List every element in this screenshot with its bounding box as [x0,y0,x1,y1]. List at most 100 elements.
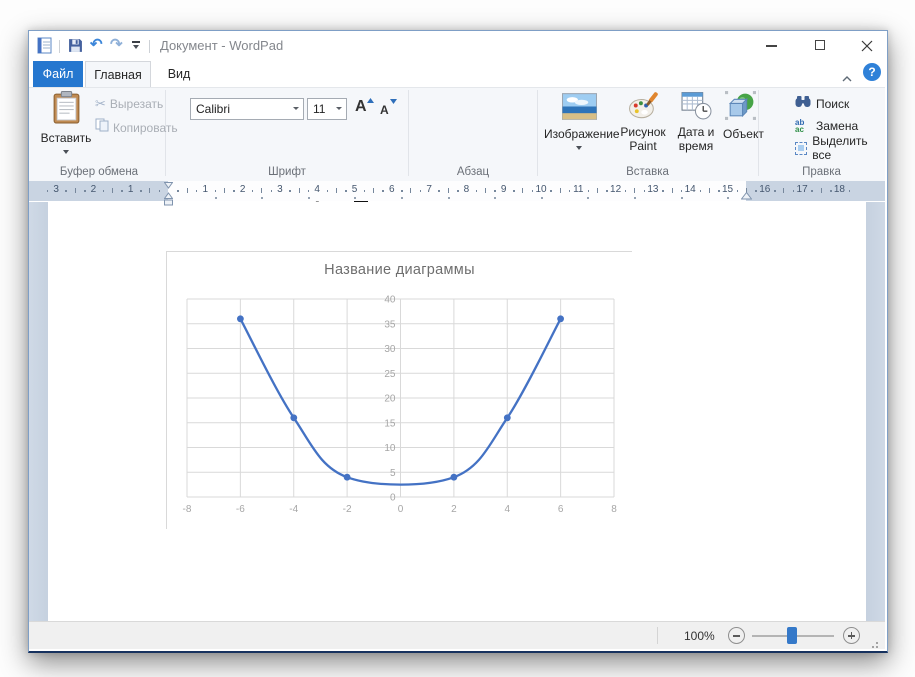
help-button[interactable]: ? [863,63,881,81]
insert-paint-button[interactable]: Рисунок Paint [617,91,669,153]
maximize-button[interactable] [805,37,835,55]
indent-markers[interactable] [163,182,173,206]
replace-icon: ab ac [795,119,811,134]
tab-home[interactable]: Главная [85,61,151,87]
ruler-tick [382,190,384,192]
ruler-number: 12 [610,184,622,195]
grow-font-button[interactable]: A [353,97,375,119]
tab-file[interactable]: Файл [33,61,83,87]
y-tick-label: 15 [384,418,396,429]
cut-label: Вырезать [109,97,164,111]
data-point-marker [290,414,298,422]
save-icon[interactable] [68,38,83,58]
grow-arrow-icon [367,98,374,103]
customize-bar [132,41,140,43]
titlebar-separator [149,40,150,53]
x-tick-label: 0 [398,504,404,515]
group-label-paragraph: Абзац [456,166,490,178]
ruler-tick [699,190,702,192]
tab-home-label: Главная [94,68,142,82]
ruler-tick [121,190,123,192]
ruler-number: 1 [127,184,134,195]
data-point-marker [503,414,511,422]
plus-icon-v [850,632,853,640]
ruler-number: 9 [500,184,507,195]
ruler-number: 7 [426,184,432,195]
y-tick-label: 35 [384,319,396,330]
ruler[interactable]: 3 2 1 1 2 3 4 5 6 7 8 9 10 11 12 13 14 15 16 17 18 [29,181,885,206]
undo-icon[interactable]: ↶ [90,37,103,52]
tab-stop-mark [634,197,636,199]
shrink-font-button[interactable]: A [377,97,399,119]
insert-object-button[interactable]: Объект [723,91,764,143]
select-all-button[interactable]: Выделить все [795,134,885,162]
embedded-chart[interactable]: Название диаграммы 0 5 10 15 20 25 30 35 40 -8 -6-… [166,251,632,529]
zoom-slider-thumb[interactable] [787,627,797,644]
minimize-button[interactable] [756,37,786,55]
collapse-ribbon-icon[interactable] [842,69,852,87]
resize-grip [876,646,878,648]
ruler-tick [149,188,151,193]
font-size-value: 11 [313,102,326,116]
ruler-number: 1 [202,184,209,195]
ruler-number: 17 [796,184,808,195]
replace-button[interactable]: ab ac Замена [795,117,858,135]
insert-datetime-label-2: время [678,139,714,153]
insert-paint-label-1: Рисунок [620,125,666,139]
close-button[interactable] [851,37,881,55]
ruler-tick [559,188,561,193]
data-point-marker [343,473,351,481]
zoom-out-button[interactable] [728,627,745,644]
group-separator [408,90,409,176]
ruler-tick [774,190,776,192]
font-family-select[interactable]: Calibri [190,98,304,120]
redo-icon[interactable]: ↷ [110,37,123,52]
ribbon: Вставить ✂ Вырезать Копировать Буфер обм… [29,87,885,236]
document-page[interactable]: Название диаграммы 0 5 10 15 20 25 30 35 40 -8 -6-… [48,202,866,621]
insert-datetime-button[interactable]: Дата и время [671,91,721,153]
statusbar: 100% [29,621,885,649]
ruler-tick [214,190,217,192]
minimize-icon [766,45,777,47]
insert-image-label: Изображение [544,127,620,141]
ruler-tick [401,190,403,192]
group-label-insert: Вставка [626,166,669,178]
ruler-tick [494,190,496,192]
tab-stop-mark [214,197,217,199]
zoom-in-button[interactable] [843,627,860,644]
ruler-number: 3 [277,184,283,195]
ruler-tick [643,190,646,192]
zoom-level-label: 100% [684,629,715,643]
ruler-tick [671,188,673,193]
insert-image-button[interactable]: Изображение [544,91,620,150]
y-tick-label: 10 [384,443,396,454]
scissors-icon: ✂ [95,96,106,111]
paste-clipboard-icon [39,91,93,129]
copy-button: Копировать [95,118,178,137]
ruler-tick [326,190,329,192]
tab-stop-mark [261,197,264,199]
font-size-select[interactable]: 11 [307,98,347,120]
desktop-canvas: ↶ ↷ Документ - WordPad Файл Главная Вид … [0,0,915,677]
minus-icon [733,635,740,637]
image-icon [544,91,614,125]
y-tick-label: 5 [390,468,396,479]
tab-view[interactable]: Вид [153,61,205,87]
ruler-tick [783,188,785,193]
data-point-marker [237,315,244,323]
ruler-tick [363,190,366,192]
resize-grip[interactable] [876,642,878,644]
ruler-tick [708,188,710,193]
statusbar-separator [657,627,658,644]
tab-file-label: Файл [42,67,74,81]
app-icon [37,37,54,59]
insert-object-label: Объект [723,127,764,141]
ruler-number: 4 [314,184,320,195]
ruler-tick [457,190,459,192]
ruler-tick [251,190,254,192]
right-indent-marker[interactable] [740,192,752,200]
select-all-icon [795,141,808,155]
copy-label: Копировать [113,120,178,135]
paste-button[interactable]: Вставить [39,91,93,154]
find-button[interactable]: Поиск [795,95,849,113]
